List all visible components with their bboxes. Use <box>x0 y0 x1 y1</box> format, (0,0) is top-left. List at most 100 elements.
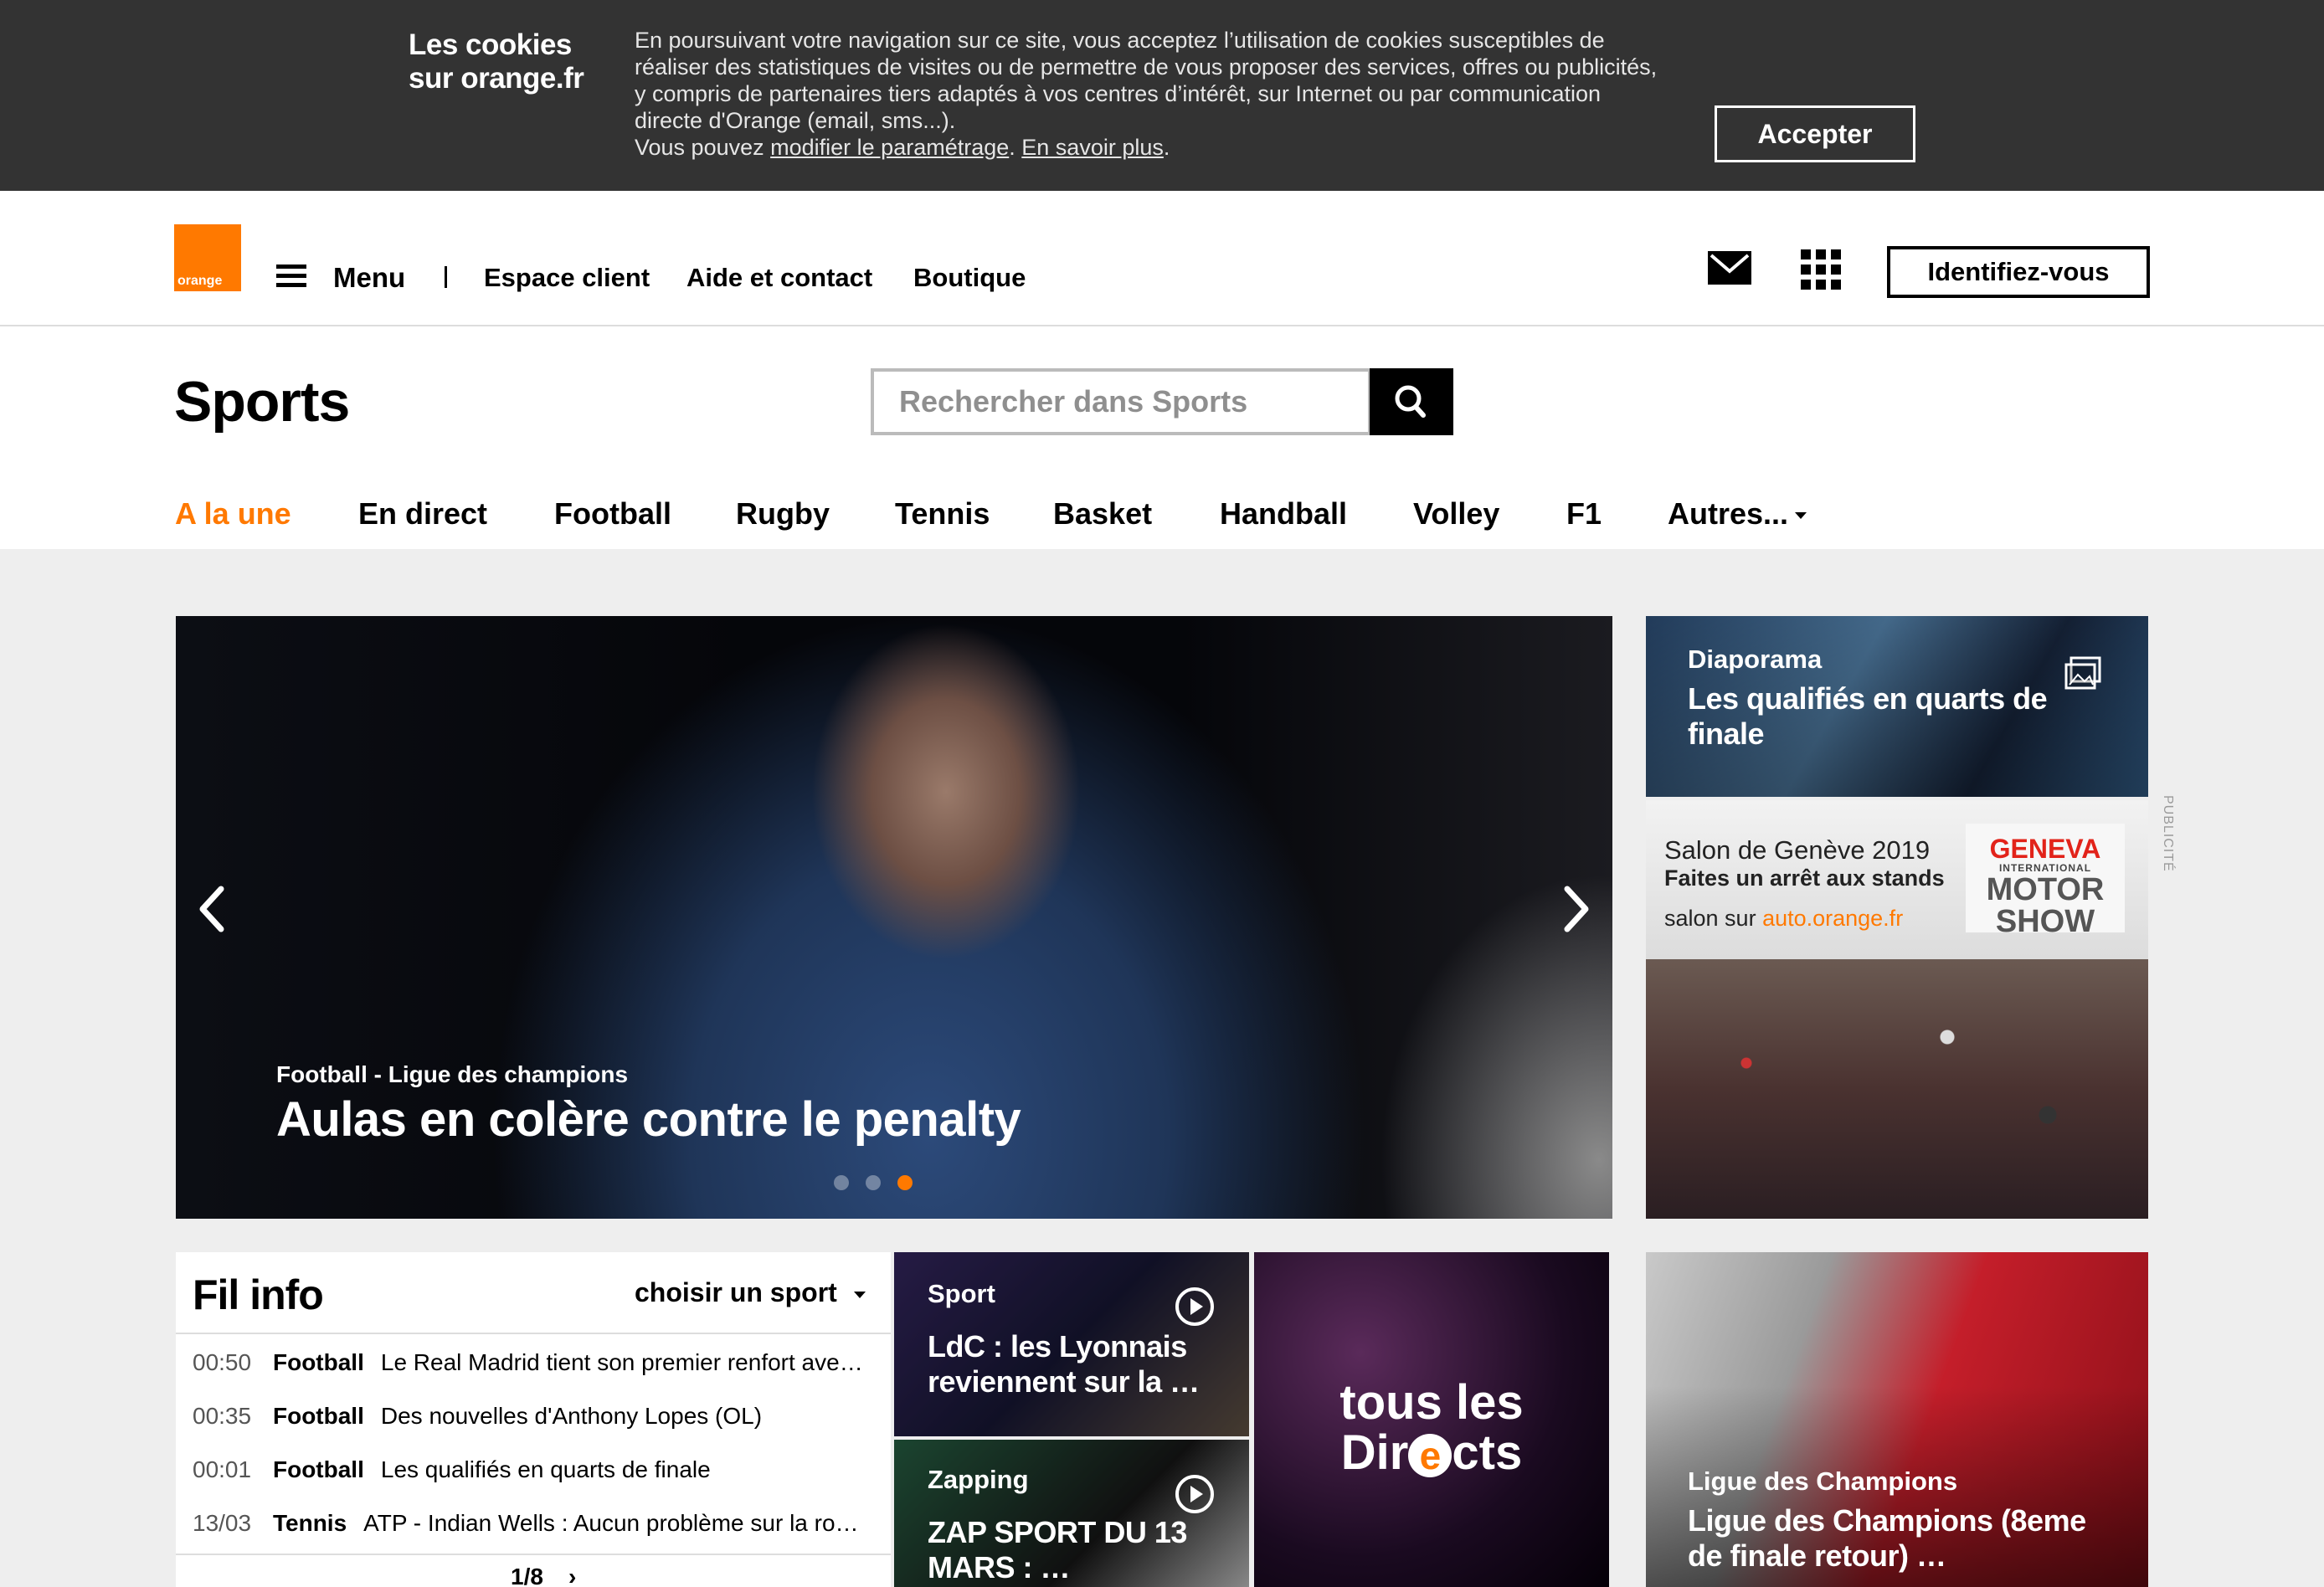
cookie-title-line: sur orange.fr <box>409 62 584 95</box>
tile-title-line: finale <box>1688 716 1765 751</box>
tab-autres[interactable]: Autres... <box>1668 490 1807 537</box>
news-text: Le Real Madrid tient son premier renfort… <box>380 1349 863 1375</box>
hero-category: Football - Ligue des champions <box>276 1061 629 1087</box>
tile-title-line: Ligue des Champions (8eme <box>1688 1503 2086 1538</box>
tile-title-line: Les qualifiés en quarts de <box>1688 681 2048 716</box>
geneva-motor-show-logo: GENEVA INTERNATIONAL MOTOR SHOW <box>1966 824 2125 937</box>
video-tile-sport[interactable]: Sport LdC : les Lyonnais reviennent sur … <box>894 1252 1249 1436</box>
cookie-text-end: . <box>1163 135 1170 160</box>
news-time: 00:35 <box>193 1403 252 1429</box>
aide-contact-link[interactable]: Aide et contact <box>686 261 872 295</box>
chevron-down-icon <box>853 1291 866 1298</box>
play-icon <box>1174 1286 1216 1328</box>
tab-handball[interactable]: Handball <box>1220 490 1347 537</box>
tile-category: Diaporama <box>1688 645 1823 674</box>
menu-button[interactable]: Menu <box>333 261 405 295</box>
ad-line: Salon de Genève 2019 <box>1664 835 1931 865</box>
news-row[interactable]: 00:01 Football Les qualifiés en quarts de … <box>193 1453 879 1487</box>
cookie-title-line: Les cookies <box>409 28 572 61</box>
mail-icon[interactable] <box>1708 251 1751 285</box>
tile-category: Sport <box>928 1279 995 1308</box>
tile-title: Ligue des Champions (8eme de finale reto… <box>1688 1503 2086 1574</box>
header-divider <box>445 266 447 288</box>
carousel-dot-active[interactable] <box>897 1175 913 1190</box>
tile-title-line: de finale retour) … <box>1688 1538 1946 1573</box>
news-row[interactable]: 00:35 Football Des nouvelles d'Anthony Lop… <box>193 1400 879 1433</box>
fil-info-title: Fil info <box>193 1271 324 1318</box>
dropdown-caret-icon <box>1795 512 1807 520</box>
news-row[interactable]: 13/03 Tennis ATP - Indian Wells : Aucun pr… <box>193 1507 879 1540</box>
diaporama-tile[interactable]: Diaporama Les qualifiés en quarts de fin… <box>1646 616 2148 797</box>
tab-a-la-une[interactable]: A la une <box>175 490 291 537</box>
boutique-link[interactable]: Boutique <box>913 261 1026 295</box>
menu-icon[interactable] <box>276 264 306 287</box>
ad-label: PUBLICITÉ <box>2161 795 2175 872</box>
all-live-tile[interactable]: tous les Dir e cts <box>1254 1252 1609 1587</box>
fil-info-panel: Fil info choisir un sport 00:50 Football L… <box>176 1252 891 1587</box>
all-live-label: tous les Dir e cts <box>1254 1378 1609 1478</box>
tab-en-direct[interactable]: En direct <box>358 490 487 537</box>
logo-text: orange <box>177 274 223 288</box>
cookie-text-prefix: Vous pouvez <box>635 135 771 160</box>
all-live-line: tous les <box>1339 1375 1524 1430</box>
news-row[interactable]: 00:50 Football Le Real Madrid tient son pr… <box>193 1346 879 1379</box>
news-time: 13/03 <box>193 1510 252 1536</box>
tab-tennis[interactable]: Tennis <box>895 490 990 537</box>
tile-title-line: ZAP SPORT DU 13 <box>928 1515 1187 1549</box>
choose-sport-dropdown[interactable]: choisir un sport <box>635 1277 866 1308</box>
site-header: orange Menu Espace client Aide et contac… <box>0 191 2324 326</box>
play-icon <box>1174 1473 1216 1515</box>
orange-logo[interactable]: orange <box>174 224 241 291</box>
espace-client-link[interactable]: Espace client <box>484 261 650 295</box>
tab-basket[interactable]: Basket <box>1053 490 1152 537</box>
ligue-champions-tile[interactable]: Ligue des Champions Ligue des Champions … <box>1646 1252 2148 1587</box>
next-page-icon[interactable]: › <box>568 1564 576 1587</box>
tile-title-line: MARS : … <box>928 1550 1070 1584</box>
divider <box>176 1554 891 1555</box>
cookie-text-line: réaliser des statistiques de visites ou … <box>635 54 1658 80</box>
tile-title-line: reviennent sur la … <box>928 1364 1200 1399</box>
ad-line: salon sur auto.orange.fr <box>1664 906 1903 932</box>
logo-line: SHOW <box>1995 904 2095 939</box>
tab-f1[interactable]: F1 <box>1566 490 1602 537</box>
carousel-prev-icon[interactable] <box>193 884 234 934</box>
hero-title[interactable]: Aulas en colère contre le penalty <box>276 1091 1021 1148</box>
apps-grid-icon[interactable] <box>1801 249 1841 290</box>
tab-rugby[interactable]: Rugby <box>736 490 830 537</box>
pagination: 1/8 › <box>511 1564 576 1587</box>
cookie-text-line: y compris de partenaires tiers adaptés à… <box>635 81 1602 106</box>
login-button[interactable]: Identifiez-vous <box>1887 246 2150 298</box>
search-icon <box>1395 385 1426 418</box>
search-button[interactable] <box>1370 368 1453 435</box>
tile-category: Ligue des Champions <box>1688 1466 1958 1496</box>
ad-line: Faites un arrêt aux stands <box>1664 865 1945 891</box>
carousel-dot[interactable] <box>866 1175 881 1190</box>
video-tile-zapping[interactable]: Zapping ZAP SPORT DU 13 MARS : … <box>894 1440 1249 1587</box>
ad-link[interactable]: auto.orange.fr <box>1762 906 1903 931</box>
ad-line-prefix: salon sur <box>1664 906 1763 931</box>
cookie-settings-link[interactable]: modifier le paramétrage <box>770 135 1009 160</box>
hero-carousel[interactable]: Football - Ligue des champions Aulas en … <box>176 616 1612 1219</box>
news-time: 00:01 <box>193 1456 252 1482</box>
cookie-text-line: directe d'Orange (email, sms...). <box>635 108 956 133</box>
tile-title: LdC : les Lyonnais reviennent sur la … <box>928 1329 1200 1400</box>
accept-cookies-button[interactable]: Accepter <box>1715 105 1915 162</box>
search-input[interactable] <box>871 368 1371 435</box>
carousel-next-icon[interactable] <box>1554 884 1596 934</box>
tab-volley[interactable]: Volley <box>1413 490 1499 537</box>
cookie-text-line: Vous pouvez modifier le paramétrage. En … <box>635 134 1673 161</box>
cookie-text-line: En poursuivant votre navigation sur ce s… <box>635 28 1605 53</box>
news-text: Des nouvelles d'Anthony Lopes (OL) <box>380 1403 763 1429</box>
all-live-line: Dir e cts <box>1254 1428 1609 1478</box>
news-text: ATP - Indian Wells : Aucun problème sur … <box>363 1510 859 1536</box>
ad-banner[interactable]: Salon de Genève 2019 Faites un arrêt aux… <box>1646 800 2148 1219</box>
carousel-dot[interactable] <box>834 1175 849 1190</box>
tile-title-line: LdC : les Lyonnais <box>928 1329 1187 1364</box>
tile-title: ZAP SPORT DU 13 MARS : … <box>928 1515 1187 1585</box>
cookie-learn-more-link[interactable]: En savoir plus <box>1021 135 1164 160</box>
page-indicator: 1/8 <box>511 1564 543 1587</box>
cookie-title: Les cookies sur orange.fr <box>409 28 584 95</box>
page-title: Sports <box>174 370 350 434</box>
ad-photo <box>1646 959 2148 1219</box>
tab-football[interactable]: Football <box>554 490 671 537</box>
